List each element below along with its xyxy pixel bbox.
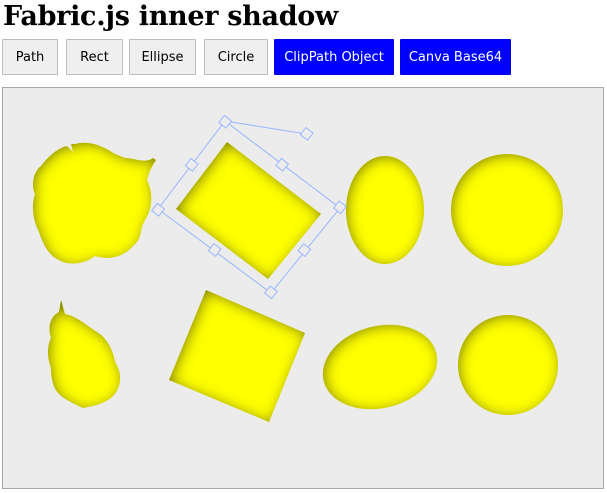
circle-shape[interactable] xyxy=(451,154,563,266)
circle-shape-clipped[interactable] xyxy=(458,315,558,415)
leaf-path-shape-clipped[interactable] xyxy=(48,300,121,408)
rect-button[interactable]: Rect xyxy=(66,39,123,75)
leaf-path-shape[interactable] xyxy=(32,142,157,264)
canva-base64-button[interactable]: Canva Base64 xyxy=(400,39,511,75)
circle-button[interactable]: Circle xyxy=(204,39,268,75)
page-title: Fabric.js inner shadow xyxy=(3,1,338,32)
canvas-drawing xyxy=(32,114,563,422)
ellipse-button[interactable]: Ellipse xyxy=(129,39,196,75)
ellipse-shape-clipped[interactable] xyxy=(314,313,446,421)
path-button[interactable]: Path xyxy=(2,39,58,75)
ellipse-shape[interactable] xyxy=(346,156,424,264)
rect-shape-clipped[interactable] xyxy=(169,290,305,422)
toolbar: Path Rect Ellipse Circle ClipPath Object… xyxy=(0,39,607,76)
clippath-object-button[interactable]: ClipPath Object xyxy=(274,39,394,75)
drawing-canvas[interactable] xyxy=(2,87,604,489)
